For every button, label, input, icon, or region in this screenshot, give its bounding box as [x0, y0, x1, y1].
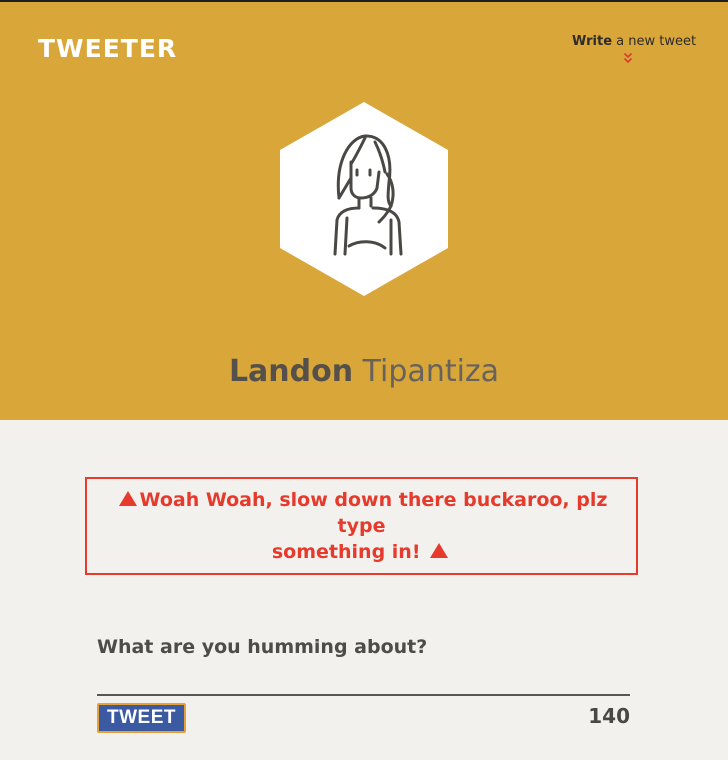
- user-avatar-icon: [280, 102, 448, 296]
- write-new-tweet-link[interactable]: Write a new tweet: [572, 34, 696, 49]
- write-link-rest: a new tweet: [612, 34, 697, 49]
- profile-first-name: Landon: [228, 354, 354, 389]
- avatar: [279, 102, 449, 296]
- error-alert-text: Woah Woah, slow down there buckaroo, plz…: [105, 487, 618, 565]
- error-message-part2: something in!: [271, 541, 421, 563]
- write-link-strong: Write: [572, 34, 613, 49]
- warning-triangle-icon: [118, 490, 137, 506]
- double-chevron-down-icon[interactable]: [623, 52, 633, 64]
- tweet-input-prompt[interactable]: What are you humming about?: [97, 636, 427, 658]
- profile-name: Landon Tipantiza: [0, 354, 728, 389]
- tweet-input-underline: [97, 694, 630, 696]
- error-alert: Woah Woah, slow down there buckaroo, plz…: [85, 477, 638, 575]
- tweet-button[interactable]: TWEET: [97, 703, 186, 733]
- brand-logo[interactable]: TWEETER: [38, 34, 177, 63]
- profile-last-name: Tipantiza: [362, 354, 500, 389]
- character-counter: 140: [588, 704, 630, 728]
- profile-header: TWEETER Write a new tweet Landon Tipanti…: [0, 2, 728, 420]
- error-message-part1: Woah Woah, slow down there buckaroo, plz…: [139, 489, 608, 537]
- warning-triangle-icon: [430, 542, 449, 558]
